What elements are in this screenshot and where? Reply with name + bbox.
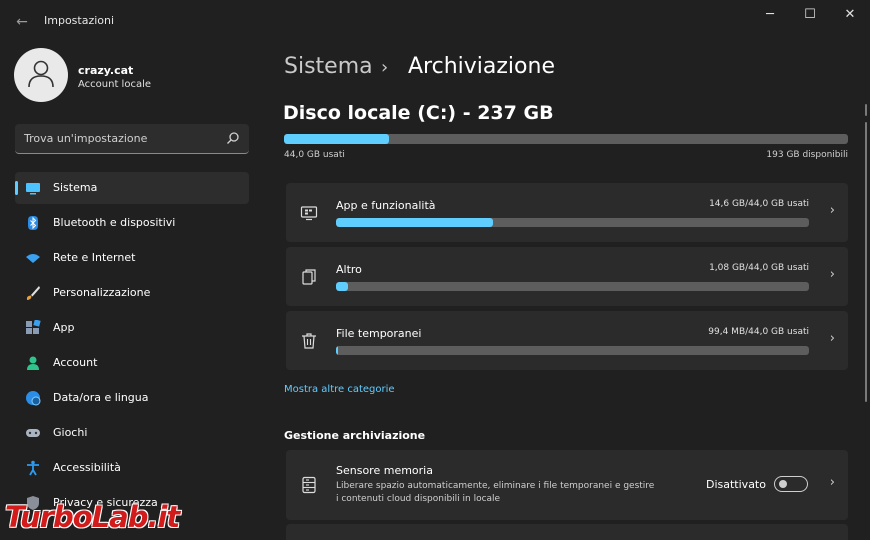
category-altro[interactable]: Altro 1,08 GB/44,0 GB usati › — [286, 247, 848, 306]
section-title: Gestione archiviazione — [284, 429, 426, 442]
category-size: 14,6 GB/44,0 GB usati — [709, 199, 809, 209]
apps-monitor-icon — [300, 206, 318, 221]
category-size: 99,4 MB/44,0 GB usati — [708, 327, 809, 337]
sidebar-item-label: App — [53, 321, 75, 334]
sidebar-item-label: Rete e Internet — [53, 251, 136, 264]
category-apps[interactable]: App e funzionalità 14,6 GB/44,0 GB usati… — [286, 183, 848, 242]
sidebar-item-rete[interactable]: Rete e Internet — [15, 242, 249, 274]
trash-icon — [302, 333, 316, 349]
breadcrumb-separator: › — [381, 57, 389, 78]
sidebar-item-sistema[interactable]: Sistema — [15, 172, 249, 204]
watermark-text: TurboLab.it — [5, 500, 180, 534]
sidebar-item-label: Sistema — [53, 181, 98, 194]
brush-icon — [26, 286, 40, 300]
show-more-categories-link[interactable]: Mostra altre categorie — [284, 384, 395, 395]
user-icon — [28, 60, 54, 88]
sidebar-item-label: Bluetooth e dispositivi — [53, 216, 176, 229]
chevron-right-icon: › — [829, 203, 835, 218]
apps-icon — [26, 320, 41, 334]
storage-sense-description: Liberare spazio automaticamente, elimina… — [336, 481, 655, 504]
sidebar-item-label: Personalizzazione — [53, 286, 151, 299]
gamepad-icon — [26, 429, 40, 437]
scrollbar-arrow-up[interactable] — [865, 104, 867, 116]
disk-free-label: 193 GB disponibili — [766, 150, 848, 160]
chevron-right-icon: › — [829, 475, 835, 490]
sidebar-item-bluetooth[interactable]: Bluetooth e dispositivi — [15, 207, 249, 239]
category-usage-fill — [336, 282, 348, 291]
globe-icon — [26, 391, 41, 406]
storage-drive-icon — [302, 476, 316, 494]
next-card[interactable] — [286, 524, 848, 540]
sidebar-item-account[interactable]: Account — [15, 347, 249, 379]
chevron-right-icon: › — [829, 331, 835, 346]
sidebar-item-personalizzazione[interactable]: Personalizzazione — [15, 277, 249, 309]
other-files-icon — [302, 269, 316, 285]
sidebar-item-label: Accessibilità — [53, 461, 121, 474]
sidebar-item-label: Data/ora e lingua — [53, 391, 149, 404]
sidebar-item-data-ora[interactable]: Data/ora e lingua — [15, 382, 249, 414]
title-bar: ← Impostazioni ─ ☐ ✕ — [0, 0, 870, 44]
category-usage-bar — [336, 282, 809, 291]
back-arrow-icon[interactable]: ← — [12, 12, 32, 32]
disk-usage-bar — [284, 134, 848, 144]
category-name: App e funzionalità — [336, 199, 436, 212]
page-title: Archiviazione — [408, 54, 555, 79]
storage-sense-toggle[interactable] — [774, 476, 808, 492]
app-title: Impostazioni — [44, 14, 115, 27]
user-name: crazy.cat — [78, 64, 134, 77]
category-file-temporanei[interactable]: File temporanei 99,4 MB/44,0 GB usati › — [286, 311, 848, 370]
wifi-icon — [26, 254, 40, 263]
breadcrumb-parent[interactable]: Sistema — [284, 54, 373, 79]
minimize-button[interactable]: ─ — [748, 0, 792, 30]
account-type: Account locale — [78, 79, 152, 90]
sidebar-item-label: Account — [53, 356, 98, 369]
scrollbar-thumb[interactable] — [865, 122, 867, 402]
category-size: 1,08 GB/44,0 GB usati — [709, 263, 809, 273]
category-name: Altro — [336, 263, 362, 276]
system-icon — [26, 183, 40, 195]
chevron-right-icon: › — [829, 267, 835, 282]
sidebar-item-label: Giochi — [53, 426, 88, 439]
sidebar-item-app[interactable]: App — [15, 312, 249, 344]
bluetooth-icon — [28, 216, 38, 230]
close-button[interactable]: ✕ — [828, 0, 870, 30]
search-placeholder: Trova un'impostazione — [24, 132, 148, 145]
search-icon[interactable] — [226, 131, 240, 145]
disk-used-label: 44,0 GB usati — [284, 150, 345, 160]
category-usage-bar — [336, 346, 809, 355]
sidebar: crazy.cat Account locale Trova un'impost… — [0, 44, 262, 540]
storage-sense-row[interactable]: Sensore memoria Liberare spazio automati… — [286, 450, 848, 520]
maximize-button[interactable]: ☐ — [788, 0, 832, 30]
category-usage-bar — [336, 218, 809, 227]
avatar[interactable] — [14, 48, 68, 102]
search-input[interactable]: Trova un'impostazione — [15, 124, 249, 154]
toggle-knob — [779, 480, 787, 488]
storage-sense-state: Disattivato — [706, 478, 766, 491]
category-usage-fill — [336, 346, 338, 355]
storage-sense-title: Sensore memoria — [336, 464, 433, 477]
active-indicator — [15, 181, 18, 195]
turbolab-watermark: TurboLab.it — [0, 498, 230, 540]
main-content: Sistema › Archiviazione Disco locale (C:… — [262, 44, 870, 540]
disk-title: Disco locale (C:) - 237 GB — [283, 102, 554, 124]
category-usage-fill — [336, 218, 494, 227]
account-icon — [27, 356, 39, 370]
sidebar-item-giochi[interactable]: Giochi — [15, 417, 249, 449]
disk-usage-fill — [284, 134, 389, 144]
accessibility-icon — [27, 460, 39, 476]
category-name: File temporanei — [336, 327, 422, 340]
sidebar-item-accessibilita[interactable]: Accessibilità — [15, 452, 249, 484]
